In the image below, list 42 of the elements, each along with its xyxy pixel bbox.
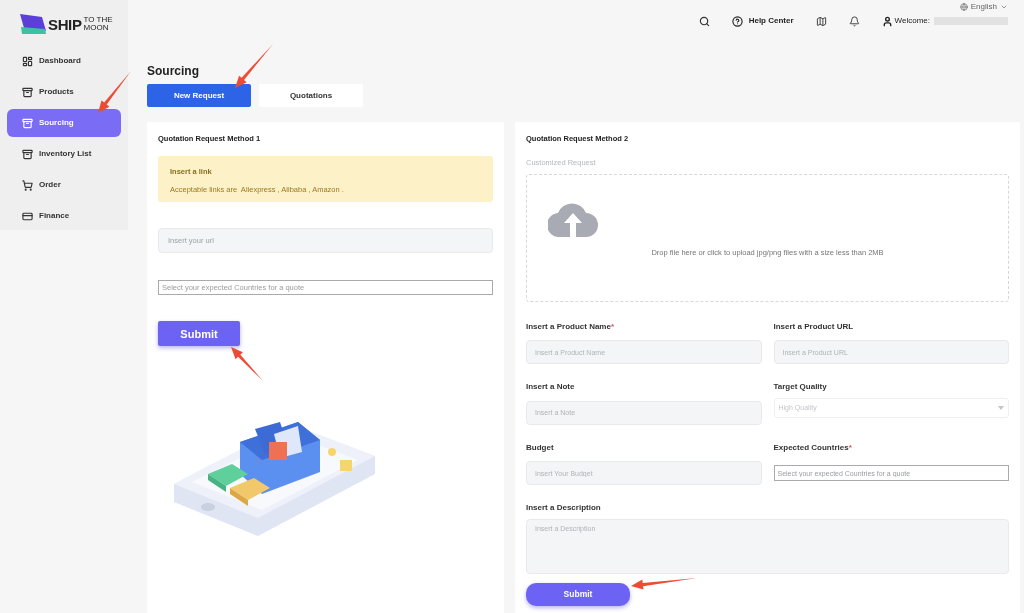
cloud-upload-icon — [548, 200, 598, 237]
sidebar-item[interactable]: Finance — [7, 202, 121, 230]
field-label: Target Quality — [773, 381, 828, 393]
field-label: Insert a Description — [526, 502, 602, 514]
bell-icon[interactable] — [848, 15, 860, 27]
logo-line: TO THE — [83, 16, 113, 24]
globe-icon — [959, 3, 968, 11]
archive-icon — [22, 86, 33, 98]
sidebar-item[interactable]: Products — [7, 78, 121, 106]
dropdown-caret-icon — [998, 406, 1004, 410]
language-selector[interactable]: English — [970, 1, 997, 13]
sidebar-item[interactable]: Inventory List — [7, 140, 121, 168]
logo-icon — [20, 14, 46, 34]
card-icon — [22, 210, 33, 222]
field-label: Budget — [526, 441, 555, 454]
user-icon — [881, 15, 893, 27]
field-label: Insert a Product Name* — [526, 320, 616, 333]
logo-word: SHIP — [48, 16, 82, 32]
help-icon — [731, 15, 743, 27]
archive-icon — [22, 117, 33, 129]
tab[interactable]: Quotations — [259, 84, 363, 107]
cart-icon — [22, 179, 33, 191]
page-title: Sourcing — [147, 63, 200, 80]
dashboard-icon — [22, 55, 33, 67]
sidebar-item[interactable]: Dashboard — [7, 47, 121, 75]
submit-button[interactable]: Submit — [158, 321, 240, 347]
archive-icon — [22, 148, 33, 160]
logo-line: MOON — [83, 24, 110, 32]
welcome-label: Welcome: — [894, 15, 930, 27]
field-label: Insert a Note — [526, 381, 576, 393]
map-icon[interactable] — [815, 15, 827, 27]
sidebar-item[interactable]: Sourcing — [7, 109, 121, 137]
annotation-arrow — [231, 347, 263, 381]
help-center-link[interactable]: Help Center — [748, 15, 794, 27]
field-label: Expected Countries* — [773, 441, 853, 454]
sidebar-item[interactable]: Order — [7, 171, 121, 199]
submit-button[interactable]: Submit — [526, 583, 630, 606]
annotation-arrow — [631, 578, 697, 590]
search-icon[interactable] — [698, 15, 710, 27]
chevron-down-icon — [1000, 3, 1008, 11]
field-label: Insert a Product URL — [773, 320, 855, 333]
tab[interactable]: New Request — [147, 84, 251, 107]
